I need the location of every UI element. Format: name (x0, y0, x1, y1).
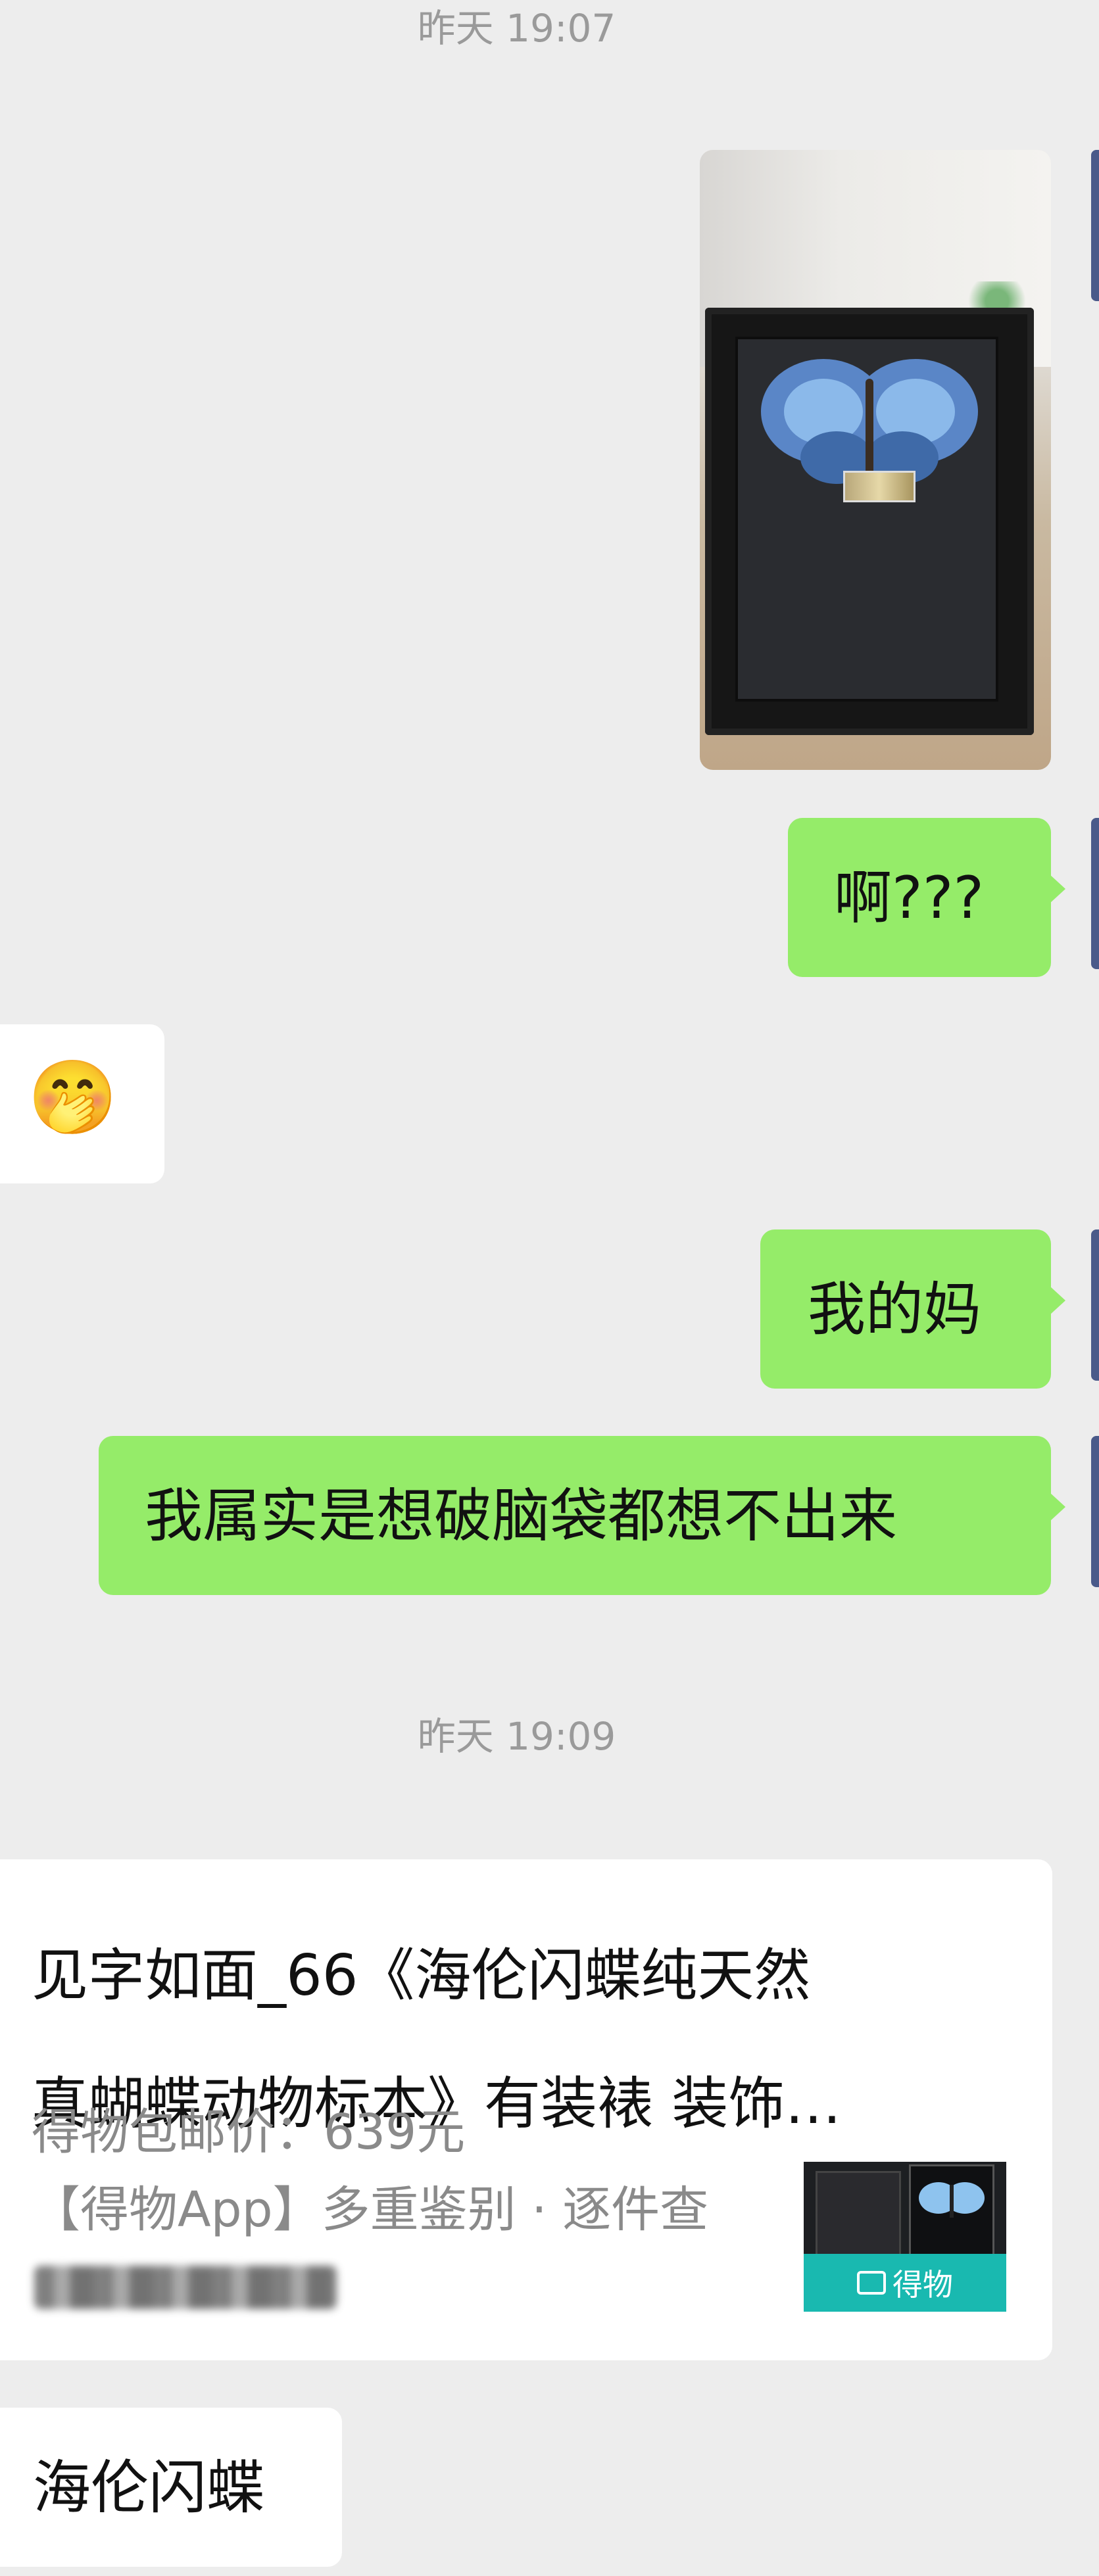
product-link-card[interactable]: 见字如面_66《海伦闪蝶纯天然 真蝴蝶动物标本》有装裱 装饰… 得物包邮价：63… (0, 1859, 1052, 2360)
message-bubble[interactable]: 🤭 (0, 1024, 164, 1183)
name-plate (843, 471, 916, 502)
avatar[interactable] (1091, 818, 1099, 969)
dewu-label: 得物 (892, 2267, 953, 2302)
butterfly-icon (919, 2182, 985, 2218)
butterfly-box-image (909, 2164, 994, 2256)
message-bubble[interactable]: 我的妈 (760, 1229, 1065, 1389)
product-thumbnail: 得物 (804, 2162, 1006, 2312)
message-text: 海伦闪蝶 (33, 2454, 265, 2521)
hand-over-mouth-emoji: 🤭 (28, 1055, 118, 1139)
frame-inner (735, 337, 998, 702)
message-bubble[interactable]: 海伦闪蝶 (0, 2408, 342, 2567)
message-text: 我属实是想破脑袋都想不出来 (145, 1482, 898, 1550)
message-text: 我的妈 (808, 1276, 982, 1343)
avatar[interactable] (1091, 1436, 1099, 1587)
message-bubble[interactable]: 啊??? (788, 818, 1065, 977)
dewu-brand-bar: 得物 (804, 2254, 1006, 2312)
timestamp: 昨天 19:09 (417, 1714, 616, 1759)
message-bubble[interactable]: 我属实是想破脑袋都想不出来 (99, 1436, 1065, 1595)
card-price: 得物包邮价：639元 (32, 2104, 466, 2160)
card-title-line: 见字如面_66《海伦闪蝶纯天然 (32, 1943, 811, 2009)
card-description: 【得物App】多重鉴别 · 逐件查 (32, 2182, 709, 2238)
avatar[interactable] (1091, 150, 1099, 301)
specimen-frame (705, 308, 1034, 735)
message-text: 啊??? (834, 864, 985, 932)
butterfly-frame-photo[interactable] (700, 150, 1051, 770)
timestamp: 昨天 19:07 (417, 6, 616, 51)
blurred-text (34, 2266, 337, 2309)
gift-box-image (816, 2171, 901, 2256)
avatar[interactable] (1091, 1229, 1099, 1381)
dewu-logo-icon (857, 2271, 886, 2295)
